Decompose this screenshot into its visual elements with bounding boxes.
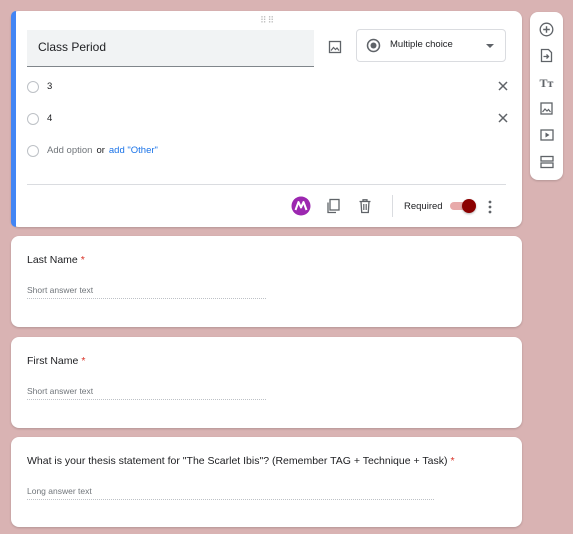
trash-icon <box>359 199 371 214</box>
chevron-down-icon <box>486 44 494 48</box>
option-row[interactable]: 4 <box>27 110 511 130</box>
add-image-toolbar-button[interactable] <box>537 99 556 118</box>
active-question-card[interactable]: ⠿⠿ Class Period Multiple choice 3 4 Add … <box>11 11 522 227</box>
add-question-button[interactable] <box>537 20 556 39</box>
delete-button[interactable] <box>355 196 375 216</box>
question-title: Last Name * <box>27 254 85 266</box>
remove-option-icon[interactable] <box>495 78 511 94</box>
add-option-group: Add option or add "Other" <box>47 145 158 156</box>
question-title-text: Class Period <box>38 40 107 54</box>
footer-divider <box>27 184 506 185</box>
more-options-icon[interactable] <box>485 199 495 215</box>
add-video-icon <box>539 128 554 141</box>
question-title: What is your thesis statement for "The S… <box>27 455 455 467</box>
add-section-button[interactable] <box>537 152 556 171</box>
add-image-button[interactable] <box>323 35 347 59</box>
short-answer-placeholder: Short answer text <box>27 386 266 400</box>
question-title: First Name * <box>27 355 85 367</box>
question-title-text: Last Name <box>27 254 78 266</box>
import-questions-icon <box>540 48 553 63</box>
addon-logo-icon <box>291 196 311 216</box>
required-asterisk: * <box>80 254 85 266</box>
image-icon <box>328 40 342 54</box>
question-card[interactable]: Last Name * Short answer text <box>11 236 522 327</box>
add-image-icon <box>540 102 553 115</box>
side-toolbar: Tт <box>530 12 563 180</box>
option-label[interactable]: 4 <box>47 113 52 124</box>
toggle-thumb <box>462 199 476 213</box>
add-title-icon: Tт <box>539 75 554 90</box>
question-title-text: What is your thesis statement for "The S… <box>27 455 448 467</box>
addon-button[interactable] <box>291 196 311 216</box>
short-answer-placeholder: Short answer text <box>27 285 266 299</box>
duplicate-button[interactable] <box>323 196 343 216</box>
question-title-text: First Name <box>27 355 79 367</box>
required-label: Required <box>404 201 443 212</box>
option-label[interactable]: 3 <box>47 81 52 92</box>
question-card[interactable]: What is your thesis statement for "The S… <box>11 437 522 527</box>
question-card[interactable]: First Name * Short answer text <box>11 337 522 428</box>
add-option-link[interactable]: Add option <box>47 145 92 156</box>
question-title-input[interactable]: Class Period <box>27 30 314 67</box>
question-footer: Required <box>11 191 522 221</box>
add-video-button[interactable] <box>537 125 556 144</box>
option-radio <box>27 81 39 93</box>
add-title-button[interactable]: Tт <box>537 73 556 92</box>
option-row[interactable]: 3 <box>27 78 511 98</box>
or-text: or <box>96 145 105 156</box>
question-type-dropdown[interactable]: Multiple choice <box>356 29 506 62</box>
add-question-icon <box>539 22 554 37</box>
required-asterisk: * <box>450 455 455 467</box>
footer-separator <box>392 195 393 217</box>
drag-handle-icon[interactable]: ⠿⠿ <box>260 16 275 25</box>
duplicate-icon <box>327 198 340 214</box>
add-other-link[interactable]: add "Other" <box>109 145 158 156</box>
required-asterisk: * <box>81 355 86 367</box>
option-radio <box>27 145 39 157</box>
add-option-row: Add option or add "Other" <box>27 142 511 162</box>
radio-button-icon <box>366 38 381 53</box>
required-toggle[interactable] <box>450 199 476 213</box>
import-questions-button[interactable] <box>537 46 556 65</box>
question-type-label: Multiple choice <box>390 39 453 50</box>
add-section-icon <box>539 155 554 168</box>
option-radio <box>27 113 39 125</box>
remove-option-icon[interactable] <box>495 110 511 126</box>
long-answer-placeholder: Long answer text <box>27 486 434 500</box>
